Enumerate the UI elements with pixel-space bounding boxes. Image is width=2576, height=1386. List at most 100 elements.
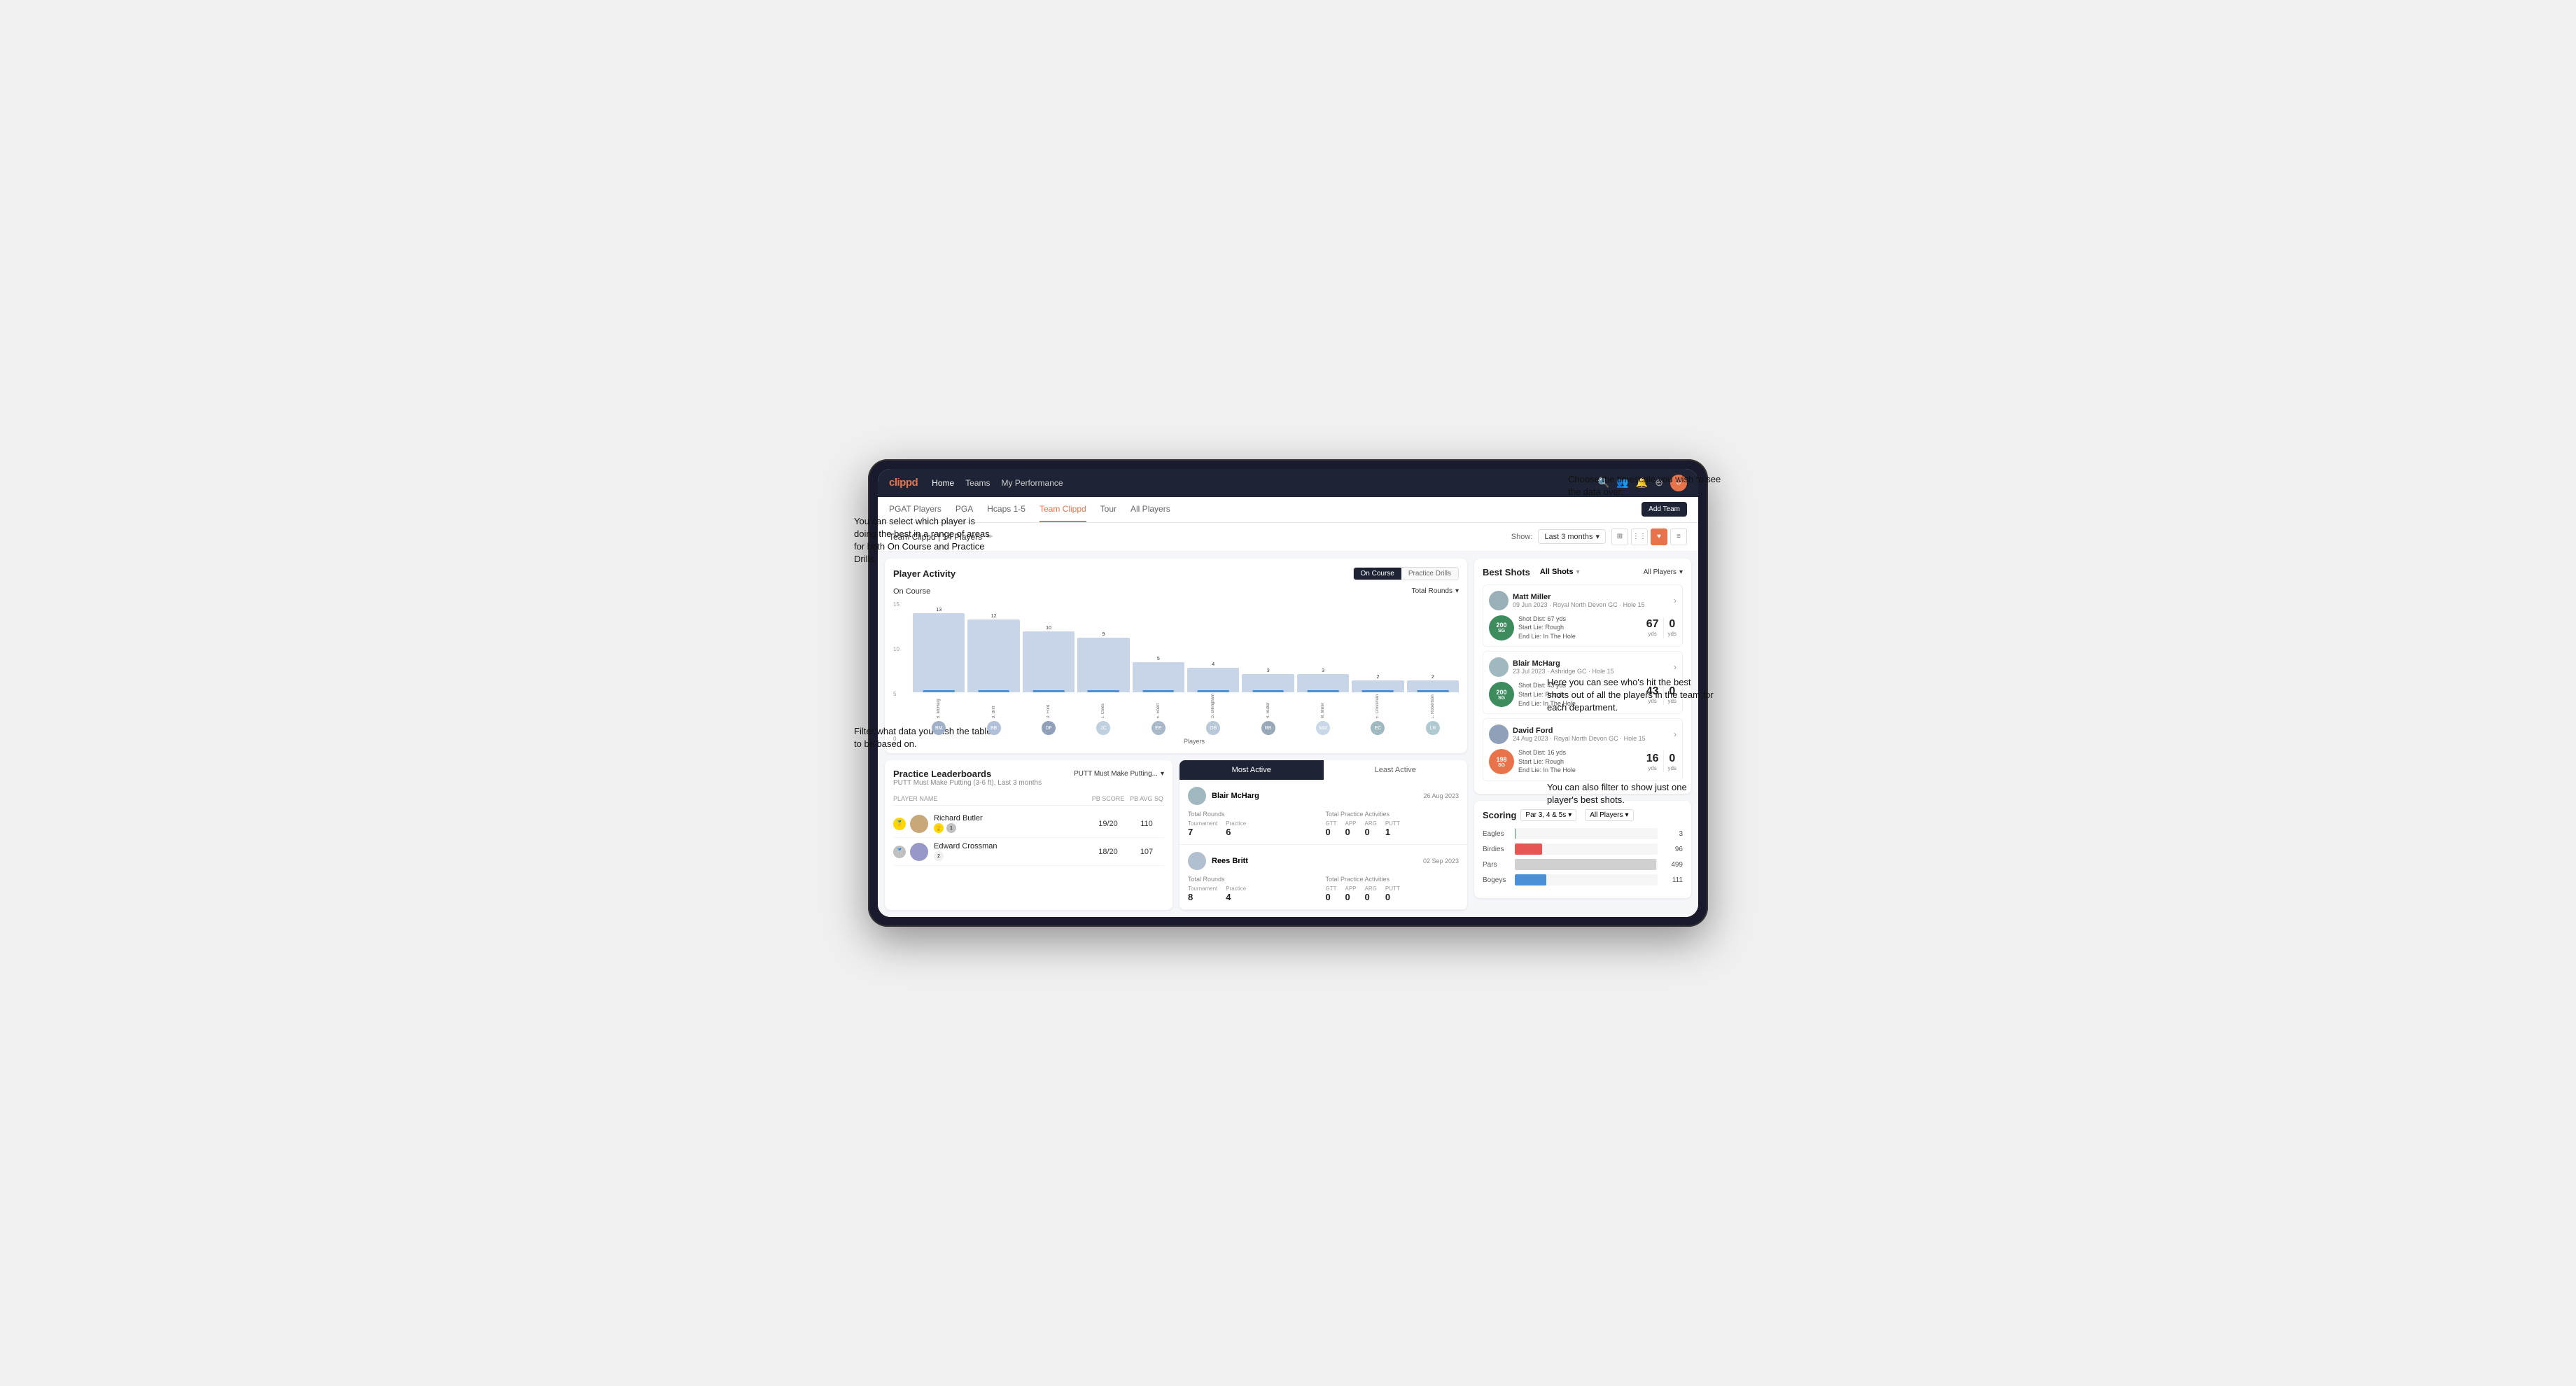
bar-line-bbritt — [978, 690, 1009, 692]
all-shots-filter[interactable]: All Shots — [1540, 568, 1574, 576]
most-active-tab[interactable]: Most Active — [1180, 760, 1324, 780]
scoring-chart: Eagles 3 Birdies — [1483, 828, 1683, 886]
all-players-select[interactable]: All Players ▾ — [1644, 568, 1683, 576]
avatar-eebert: EE — [1133, 721, 1184, 735]
activities-label-2: Total Practice Activities — [1326, 876, 1460, 883]
sub-nav-tour[interactable]: Tour — [1100, 497, 1116, 522]
chevron-down-icon-7: ▾ — [1625, 811, 1629, 819]
bar-name-bmcharg: B. McHarg — [913, 694, 965, 719]
avatar-rbutler: RB — [1242, 721, 1294, 735]
shot-stats-3: 198 SG Shot Dist: 16 ydsStart Lie: Rough… — [1489, 748, 1676, 775]
least-active-tab[interactable]: Least Active — [1324, 760, 1468, 780]
all-players-label: All Players — [1644, 568, 1676, 576]
bar-group-lrobertson: 2 — [1407, 601, 1459, 692]
bar-group-jcoles: 9 — [1077, 601, 1129, 692]
bar-name-obillingham: O. Billingham — [1187, 694, 1239, 719]
annotation-left-top: You can select which player is doing the… — [854, 515, 994, 566]
add-team-button[interactable]: Add Team — [1642, 502, 1687, 517]
player-avatars-row: BM BB DF JC — [913, 721, 1459, 735]
tournament-stat-1: Tournament 7 — [1188, 820, 1217, 837]
on-course-tab[interactable]: On Course — [1354, 568, 1401, 580]
timeframe-select[interactable]: Last 3 months ▾ — [1538, 529, 1606, 544]
view-list-button[interactable]: ≡ — [1670, 528, 1687, 545]
practice-drills-tab[interactable]: Practice Drills — [1401, 568, 1458, 580]
view-grid-lg-button[interactable]: ⊞ — [1611, 528, 1628, 545]
lb-avatar-rbutler — [910, 815, 928, 833]
bar-name-bbritt: B. Britt — [967, 694, 1019, 719]
total-rounds-label: Total Rounds — [1412, 587, 1452, 595]
trophy-icon-1: 🏆 — [934, 823, 944, 833]
avatar-mmiller: MM — [1297, 721, 1349, 735]
rank-badge-1: 🥇 — [893, 818, 906, 830]
timeframe-value: Last 3 months — [1544, 533, 1592, 541]
scoring-players-select[interactable]: All Players ▾ — [1585, 809, 1633, 821]
col-pb-score: PB SCORE — [1087, 795, 1129, 802]
active-tabs: Most Active Least Active — [1180, 760, 1467, 780]
scoring-count-birdies: 96 — [1662, 846, 1683, 853]
nav-link-teams[interactable]: Teams — [965, 475, 990, 491]
gtt-stat-1: GTT 0 — [1326, 820, 1337, 837]
shot-item-3[interactable]: David Ford 24 Aug 2023 · Royal North Dev… — [1483, 718, 1683, 781]
arg-stat-2: ARG 0 — [1365, 886, 1377, 902]
shot-avatar-1 — [1489, 591, 1508, 610]
shot-badge-2: 200 SG — [1489, 682, 1514, 707]
practice-label: PUTT Must Make Putting... — [1074, 770, 1158, 778]
shot-stats-1: 200 SG Shot Dist: 67 ydsStart Lie: Rough… — [1489, 615, 1676, 641]
stat-divider-3 — [1663, 751, 1664, 772]
bar-line-bmcharg — [923, 690, 955, 692]
leaderboard-row-1: 🥇 Richard Butler 🏆 1 19/20 — [893, 810, 1164, 838]
active-player-2-header: Rees Britt 02 Sep 2023 — [1188, 852, 1459, 870]
scoring-par-label: Par 3, 4 & 5s — [1525, 811, 1566, 819]
bar-group-eebert: 5 — [1133, 601, 1184, 692]
putt-stat-2: PUTT 0 — [1385, 886, 1400, 902]
shots-filter-group: All Shots ▾ — [1540, 568, 1580, 576]
chevron-down-icon-4: ▾ — [1576, 568, 1580, 576]
app-stat-2: APP 0 — [1345, 886, 1357, 902]
nav-link-performance[interactable]: My Performance — [1002, 475, 1063, 491]
sub-nav-team[interactable]: Team Clippd — [1040, 497, 1086, 522]
rank-badge-2: 🥈 — [893, 846, 906, 858]
annotation-right-bottom: You can also filter to show just one pla… — [1547, 781, 1715, 806]
gtt-stat-2: GTT 0 — [1326, 886, 1337, 902]
bar-line-eebert — [1143, 690, 1175, 692]
chevron-down-icon-2: ▾ — [1455, 587, 1459, 595]
on-course-label: On Course — [893, 587, 930, 596]
shot-player-info-2: Blair McHarg 23 Jul 2023 · Ashridge GC ·… — [1489, 657, 1676, 677]
scoring-par-select[interactable]: Par 3, 4 & 5s ▾ — [1520, 809, 1576, 821]
active-name-1: Blair McHarg — [1212, 792, 1259, 800]
active-player-1: Blair McHarg 26 Aug 2023 Total Rounds To… — [1180, 780, 1467, 845]
shot-player-name-3: David Ford — [1513, 727, 1670, 735]
scoring-bar-eagles: Eagles 3 — [1483, 828, 1683, 839]
y-label-10: 10 — [893, 646, 899, 652]
active-player-2: Rees Britt 02 Sep 2023 Total Rounds Tour… — [1180, 845, 1467, 910]
bar-jcoles — [1077, 638, 1129, 692]
rank-num-2: 2 — [934, 851, 944, 861]
left-panel: Player Activity On Course Practice Drill… — [878, 552, 1474, 918]
shot-player-name-1: Matt Miller — [1513, 593, 1670, 601]
scoring-bar-birdies: Birdies 96 — [1483, 844, 1683, 855]
avatar-bbritt: BB — [967, 721, 1019, 735]
shot-item-1[interactable]: Matt Miller 09 Jun 2023 · Royal North De… — [1483, 584, 1683, 648]
shot-player-details-3: David Ford 24 Aug 2023 · Royal North Dev… — [1513, 727, 1670, 742]
view-grid-sm-button[interactable]: ⋮⋮ — [1631, 528, 1648, 545]
scoring-count-bogeys: 111 — [1662, 876, 1683, 884]
team-header: Team Clippd | 14 Players ✏ Show: Last 3 … — [878, 523, 1698, 552]
bar-eebert — [1133, 662, 1184, 692]
practice-select[interactable]: PUTT Must Make Putting... ▾ — [1074, 770, 1164, 778]
lb-score-2: 18/20 — [1087, 848, 1129, 856]
view-heart-button[interactable]: ♥ — [1651, 528, 1667, 545]
chevron-down-icon-5: ▾ — [1679, 568, 1683, 576]
practice-activities-section-1: Total Practice Activities GTT 0 APP — [1326, 811, 1460, 837]
show-label: Show: — [1511, 533, 1533, 541]
practice-stat-2: Practice 4 — [1226, 886, 1246, 902]
y-axis: 15 10 5 0 — [893, 601, 899, 746]
sub-nav-all[interactable]: All Players — [1130, 497, 1170, 522]
player-activity-header: Player Activity On Course Practice Drill… — [893, 567, 1459, 580]
right-panel: Best Shots All Shots ▾ All Players ▾ — [1474, 552, 1698, 918]
active-player-1-header: Blair McHarg 26 Aug 2023 — [1188, 787, 1459, 805]
total-rounds-select[interactable]: Total Rounds ▾ — [1412, 587, 1459, 595]
nav-link-home[interactable]: Home — [932, 475, 954, 491]
active-date-2: 02 Sep 2023 — [1423, 858, 1459, 864]
lb-name-2: Edward Crossman — [934, 842, 1087, 850]
practice-stat-1: Practice 6 — [1226, 820, 1246, 837]
